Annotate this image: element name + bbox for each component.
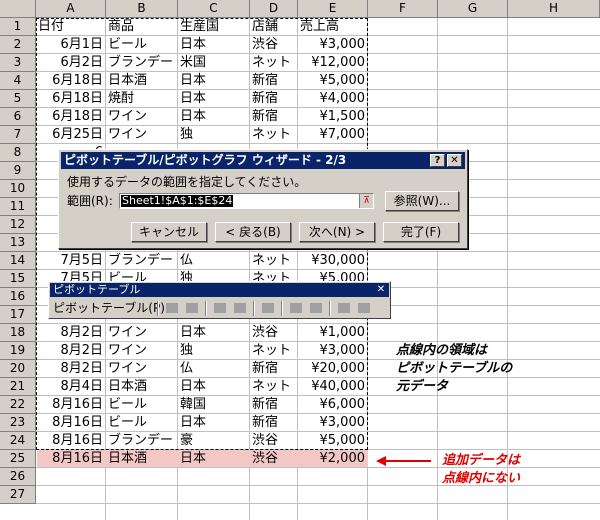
row-header-27[interactable]: 27	[0, 486, 36, 504]
row-header-25[interactable]: 25	[0, 450, 36, 468]
close-icon[interactable]: ✕	[447, 154, 462, 167]
field-list-icon-glyph	[358, 303, 370, 313]
format-report-icon-glyph	[166, 303, 178, 313]
row-header-26[interactable]: 26	[0, 468, 36, 486]
added-note-line1: 追加データは	[442, 453, 521, 468]
column-header-h[interactable]: H	[508, 0, 600, 18]
cell-b25[interactable]: 日本酒	[106, 450, 177, 468]
row-header-12[interactable]: 12	[0, 216, 36, 234]
toolbar-title: ピボットテーブル	[53, 283, 141, 296]
dialog-prompt: 使用するデータの範囲を指定してください。	[67, 175, 307, 189]
show-detail-icon-glyph	[234, 303, 246, 313]
range-note-line2: ピボットテーブルの	[396, 361, 513, 376]
toolbar-separator	[157, 301, 159, 316]
row-header-2[interactable]: 2	[0, 36, 36, 54]
row-header-17[interactable]: 17	[0, 306, 36, 324]
hide-detail-icon-glyph	[214, 303, 226, 313]
row-header-7[interactable]: 7	[0, 126, 36, 144]
format-report-icon[interactable]	[163, 300, 181, 317]
chart-wizard-icon[interactable]	[183, 300, 201, 317]
table-options-icon-glyph	[310, 303, 322, 313]
toolbar-separator	[329, 301, 331, 316]
column-header-b[interactable]: B	[106, 0, 178, 18]
show-fields-icon[interactable]	[335, 300, 353, 317]
range-label: 範囲(R):	[67, 194, 113, 208]
toolbar-close-icon[interactable]: ✕	[375, 284, 387, 296]
row-header-18[interactable]: 18	[0, 324, 36, 342]
arrow-line	[385, 460, 431, 462]
row-header-21[interactable]: 21	[0, 378, 36, 396]
chart-wizard-icon-glyph	[186, 303, 198, 313]
pivot-wizard-dialog: ピボットテーブル/ピボットグラフ ウィザード - 2/3 ? ✕ 使用するデータ…	[58, 149, 468, 249]
row-header-11[interactable]: 11	[0, 198, 36, 216]
column-header-g[interactable]: G	[438, 0, 508, 18]
row-header-6[interactable]: 6	[0, 108, 36, 126]
row-header-15[interactable]: 15	[0, 270, 36, 288]
field-settings-icon[interactable]	[287, 300, 305, 317]
select-all-corner[interactable]	[0, 0, 36, 18]
refresh-icon-glyph	[262, 303, 274, 313]
hide-detail-icon[interactable]	[211, 300, 229, 317]
row-header-5[interactable]: 5	[0, 90, 36, 108]
column-header-f[interactable]: F	[368, 0, 438, 18]
refresh-icon[interactable]	[259, 300, 277, 317]
row-header-16[interactable]: 16	[0, 288, 36, 306]
row-header-4[interactable]: 4	[0, 72, 36, 90]
row-header-24[interactable]: 24	[0, 432, 36, 450]
row-header-10[interactable]: 10	[0, 180, 36, 198]
help-icon[interactable]: ?	[430, 154, 445, 167]
show-fields-icon-glyph	[338, 303, 350, 313]
range-value: Sheet1!$A$1:$E$24	[121, 194, 234, 207]
grid-line-h	[36, 503, 600, 504]
pivot-toolbar: ピボットテーブル ✕ ピボットテーブル(P) ▾	[48, 281, 391, 319]
collapse-dialog-icon[interactable]: ⊼	[359, 194, 373, 208]
toolbar-separator	[205, 301, 207, 316]
column-header-c[interactable]: C	[178, 0, 250, 18]
added-note-line2: 点線内にない	[442, 471, 521, 486]
toolbar-title-bar[interactable]: ピボットテーブル ✕	[50, 283, 389, 297]
cell-e25[interactable]: ¥2,000	[298, 450, 367, 468]
row-header-1[interactable]: 1	[0, 18, 36, 36]
finish-button[interactable]: 完了(F)	[383, 222, 459, 242]
row-header-13[interactable]: 13	[0, 234, 36, 252]
toolbar-separator	[281, 301, 283, 316]
added-note: 追加データは 点線内にない	[442, 452, 520, 488]
cancel-button[interactable]: キャンセル	[131, 222, 207, 242]
grid-line-v	[437, 18, 438, 520]
column-header-e[interactable]: E	[298, 0, 368, 18]
field-list-icon[interactable]	[355, 300, 373, 317]
toolbar-separator	[253, 301, 255, 316]
browse-button[interactable]: 参照(W)...	[385, 191, 459, 211]
row-header-20[interactable]: 20	[0, 360, 36, 378]
range-note-line1: 点線内の領域は	[396, 343, 488, 358]
range-note-line3: 元データ	[396, 379, 449, 394]
cell-c25[interactable]: 日本	[178, 450, 249, 468]
spreadsheet: ABCDEFGH 1 2 3 4 5 6 7 8 9 10 11 12 13 14 15 16 17 18 19 20…	[0, 0, 600, 520]
row-header-14[interactable]: 14	[0, 252, 36, 270]
grid-line-v	[507, 18, 508, 520]
column-header-a[interactable]: A	[36, 0, 106, 18]
row-header-19[interactable]: 19	[0, 342, 36, 360]
range-input[interactable]: Sheet1!$A$1:$E$24 ⊼	[119, 193, 374, 209]
cell-d25[interactable]: 渋谷	[250, 450, 297, 468]
row-header-8[interactable]: 8	[0, 144, 36, 162]
next-button[interactable]: 次へ(N) >	[299, 222, 375, 242]
column-header-d[interactable]: D	[250, 0, 298, 18]
row-header-3[interactable]: 3	[0, 54, 36, 72]
cell-a25[interactable]: 8月16日	[36, 450, 105, 468]
row-header-23[interactable]: 23	[0, 414, 36, 432]
back-button[interactable]: < 戻る(B)	[215, 222, 291, 242]
row-header-22[interactable]: 22	[0, 396, 36, 414]
table-options-icon[interactable]	[307, 300, 325, 317]
range-note: 点線内の領域は ピボットテーブルの 元データ	[396, 342, 512, 396]
dialog-title: ピボットテーブル/ピボットグラフ ウィザード - 2/3	[64, 153, 347, 167]
dialog-title-bar[interactable]: ピボットテーブル/ピボットグラフ ウィザード - 2/3 ? ✕	[61, 152, 465, 169]
row-header-9[interactable]: 9	[0, 162, 36, 180]
show-detail-icon[interactable]	[231, 300, 249, 317]
field-settings-icon-glyph	[290, 303, 302, 313]
